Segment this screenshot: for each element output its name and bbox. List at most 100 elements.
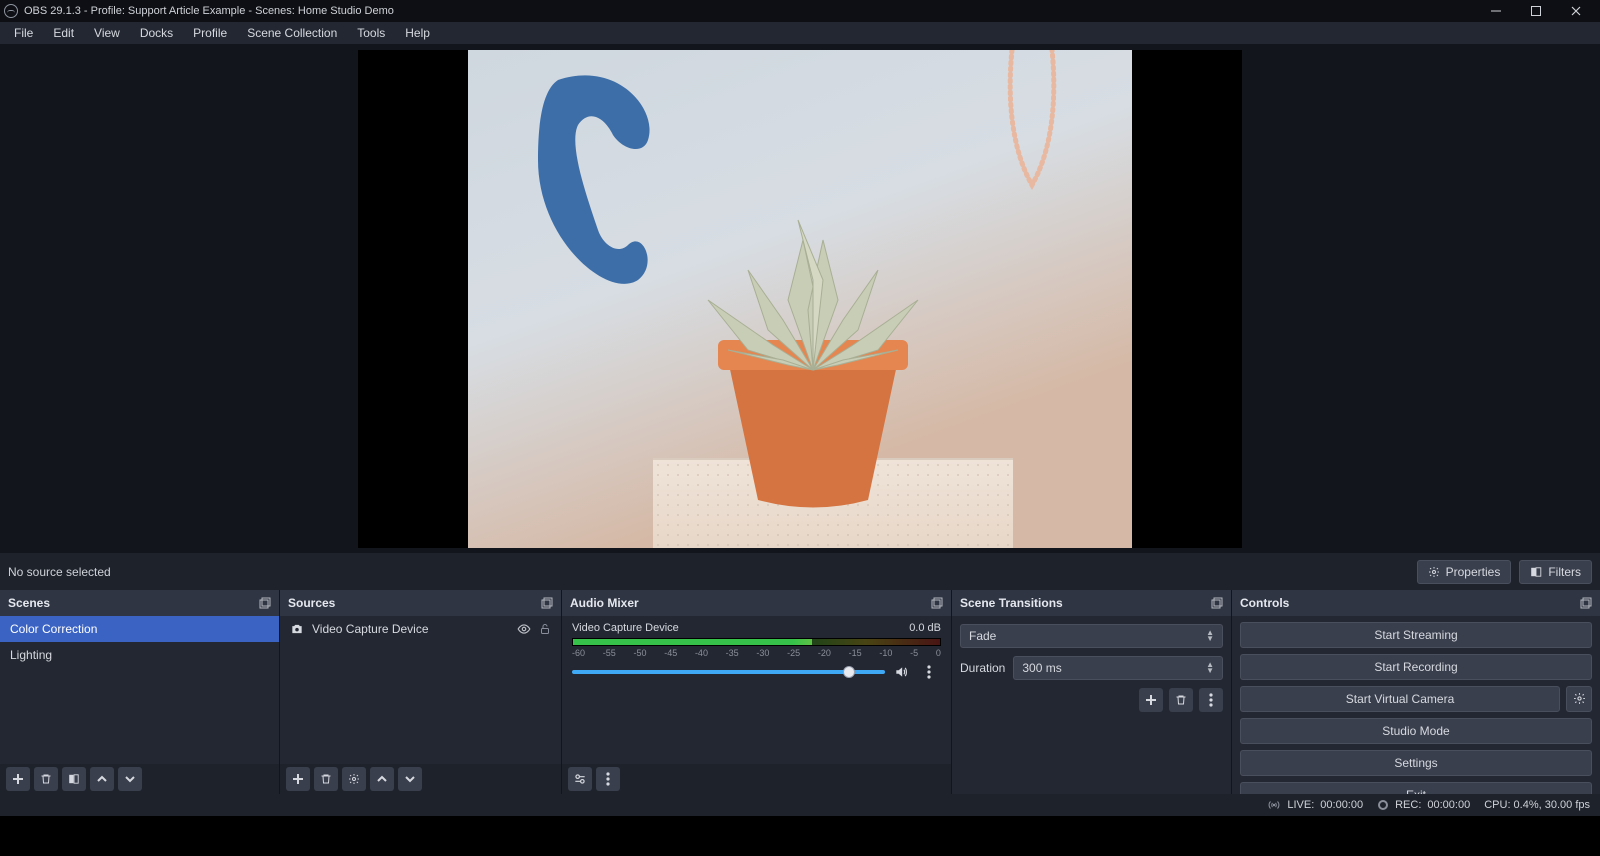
start-virtual-camera-button[interactable]: Start Virtual Camera — [1240, 686, 1560, 712]
popout-icon[interactable] — [931, 597, 943, 609]
close-button[interactable] — [1556, 0, 1596, 22]
menu-docks[interactable]: Docks — [130, 24, 183, 42]
tick: -40 — [695, 648, 708, 658]
channel-name: Video Capture Device — [572, 622, 679, 634]
tick: -60 — [572, 648, 585, 658]
controls-body: Start Streaming Start Recording Start Vi… — [1232, 616, 1600, 794]
duration-label: Duration — [960, 661, 1005, 675]
settings-button[interactable]: Settings — [1240, 750, 1592, 776]
advanced-audio-button[interactable] — [568, 767, 592, 791]
mixer-menu-button[interactable] — [596, 767, 620, 791]
popout-icon[interactable] — [259, 597, 271, 609]
duration-spinner[interactable]: 300 ms ▲▼ — [1013, 656, 1223, 680]
properties-label: Properties — [1446, 565, 1501, 579]
menu-tools[interactable]: Tools — [347, 24, 395, 42]
menu-view[interactable]: View — [84, 24, 130, 42]
record-icon — [1377, 799, 1389, 811]
minimize-button[interactable] — [1476, 0, 1516, 22]
source-properties-button[interactable] — [342, 767, 366, 791]
phone-handset-graphic — [528, 70, 658, 290]
statusbar: LIVE: 00:00:00 REC: 00:00:00 CPU: 0.4%, … — [0, 794, 1600, 816]
scene-transitions-body: Fade ▲▼ Duration 300 ms ▲▼ — [952, 616, 1231, 794]
live-status: LIVE: 00:00:00 — [1267, 799, 1363, 811]
visibility-toggle[interactable] — [517, 622, 531, 636]
transition-value: Fade — [969, 629, 996, 643]
scene-filters-button[interactable] — [62, 767, 86, 791]
cpu-status: CPU: 0.4%, 30.00 fps — [1484, 799, 1590, 811]
exit-button[interactable]: Exit — [1240, 782, 1592, 794]
controls-header[interactable]: Controls — [1232, 590, 1600, 616]
remove-transition-button[interactable] — [1169, 688, 1193, 712]
menu-scene-collection[interactable]: Scene Collection — [237, 24, 347, 42]
filters-label: Filters — [1548, 565, 1581, 579]
speaker-icon[interactable] — [893, 665, 909, 679]
scene-transitions-header[interactable]: Scene Transitions — [952, 590, 1231, 616]
necklace-graphic — [1002, 50, 1062, 190]
audio-mixer-header[interactable]: Audio Mixer — [562, 590, 951, 616]
tick: -5 — [910, 648, 918, 658]
properties-button[interactable]: Properties — [1417, 560, 1512, 584]
source-label: Video Capture Device — [312, 622, 429, 636]
scenes-dock: Scenes Color Correction Lighting — [0, 590, 280, 794]
scene-label: Lighting — [10, 648, 52, 662]
live-label: LIVE: — [1287, 799, 1314, 811]
scene-transitions-dock: Scene Transitions Fade ▲▼ Duration 300 m… — [952, 590, 1232, 794]
add-scene-button[interactable] — [6, 767, 30, 791]
start-streaming-button[interactable]: Start Streaming — [1240, 622, 1592, 648]
scenes-list[interactable]: Color Correction Lighting — [0, 616, 279, 764]
transition-select[interactable]: Fade ▲▼ — [960, 624, 1223, 648]
add-transition-button[interactable] — [1139, 688, 1163, 712]
remove-scene-button[interactable] — [34, 767, 58, 791]
tick: 0 — [936, 648, 941, 658]
sources-list[interactable]: Video Capture Device — [280, 616, 561, 764]
preview-area[interactable] — [0, 44, 1600, 553]
channel-db: 0.0 dB — [909, 622, 941, 634]
updown-icon: ▲▼ — [1206, 630, 1214, 642]
popout-icon[interactable] — [541, 597, 553, 609]
move-scene-down-button[interactable] — [118, 767, 142, 791]
window-title: OBS 29.1.3 - Profile: Support Article Ex… — [24, 5, 394, 17]
menu-file[interactable]: File — [4, 24, 43, 42]
start-recording-button[interactable]: Start Recording — [1240, 654, 1592, 680]
remove-source-button[interactable] — [314, 767, 338, 791]
menu-profile[interactable]: Profile — [183, 24, 237, 42]
tick: -30 — [756, 648, 769, 658]
source-item[interactable]: Video Capture Device — [280, 616, 561, 642]
dock-row: Scenes Color Correction Lighting Sources… — [0, 590, 1600, 794]
titlebar: OBS 29.1.3 - Profile: Support Article Ex… — [0, 0, 1600, 22]
sources-title: Sources — [288, 596, 335, 610]
succulent-plant-graphic — [688, 210, 938, 380]
scenes-header[interactable]: Scenes — [0, 590, 279, 616]
move-scene-up-button[interactable] — [90, 767, 114, 791]
broadcast-icon — [1267, 799, 1281, 811]
transition-menu-button[interactable] — [1199, 688, 1223, 712]
filters-button[interactable]: Filters — [1519, 560, 1592, 584]
add-source-button[interactable] — [286, 767, 310, 791]
virtual-camera-settings-button[interactable] — [1566, 686, 1592, 712]
popout-icon[interactable] — [1211, 597, 1223, 609]
context-toolbar: No source selected Properties Filters — [0, 553, 1600, 590]
rec-status: REC: 00:00:00 — [1377, 799, 1470, 811]
sources-header[interactable]: Sources — [280, 590, 561, 616]
tick: -20 — [818, 648, 831, 658]
camera-icon — [290, 622, 304, 636]
scene-item[interactable]: Lighting — [0, 642, 279, 668]
gear-icon — [1428, 566, 1440, 578]
popout-icon[interactable] — [1580, 597, 1592, 609]
audio-meter — [572, 638, 941, 646]
volume-slider[interactable] — [572, 670, 885, 674]
lock-toggle[interactable] — [539, 622, 551, 636]
channel-menu-button[interactable] — [917, 660, 941, 684]
menu-help[interactable]: Help — [395, 24, 440, 42]
scenes-toolbar — [0, 764, 279, 794]
camera-feed — [468, 50, 1132, 548]
mixer-channel: Video Capture Device 0.0 dB -60 -55 -50 … — [562, 616, 951, 690]
studio-mode-button[interactable]: Studio Mode — [1240, 718, 1592, 744]
move-source-down-button[interactable] — [398, 767, 422, 791]
menu-edit[interactable]: Edit — [43, 24, 84, 42]
filters-icon — [1530, 566, 1542, 578]
maximize-button[interactable] — [1516, 0, 1556, 22]
scene-item[interactable]: Color Correction — [0, 616, 279, 642]
move-source-up-button[interactable] — [370, 767, 394, 791]
rec-time: 00:00:00 — [1427, 799, 1470, 811]
